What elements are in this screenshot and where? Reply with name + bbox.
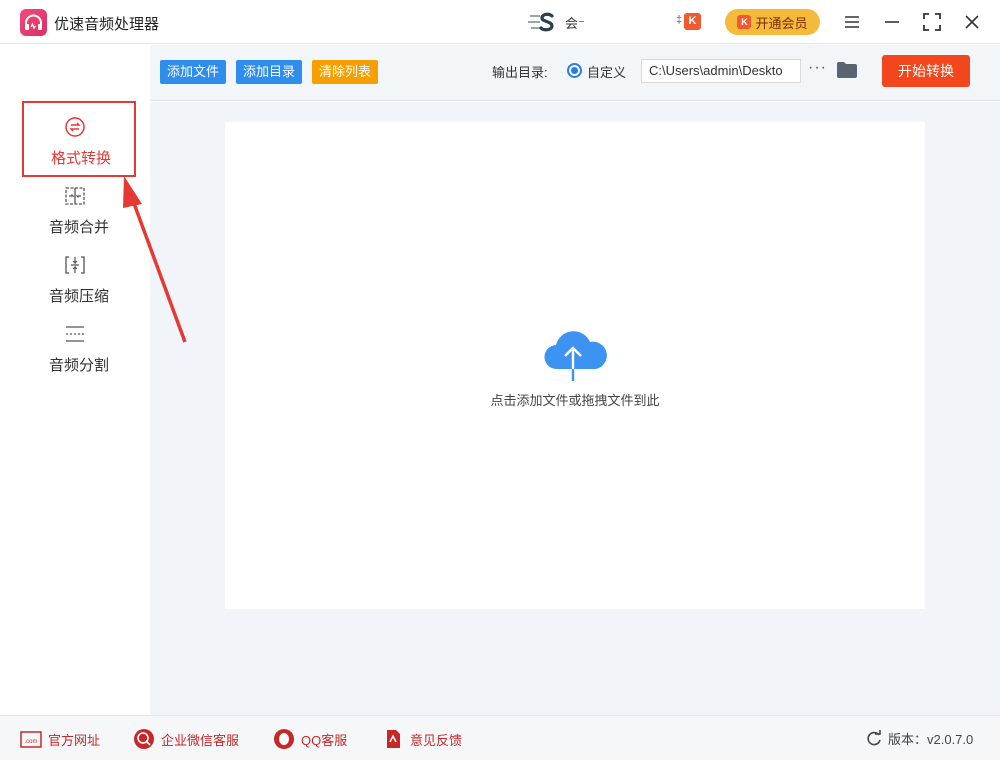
sidebar-item-format-convert[interactable]: 格式转换	[22, 101, 136, 177]
qq-service-link[interactable]: QQ客服	[273, 728, 347, 750]
more-options-button[interactable]: ···	[808, 59, 827, 77]
website-link[interactable]: .com 官方网址	[20, 728, 100, 750]
title-bar: 优速音频处理器 会⁻ ‡ K K 开通会员	[0, 0, 1000, 44]
toolbar: 添加文件 添加目录 清除列表 输出目录: 自定义 C:\Users\admin\…	[150, 45, 1000, 101]
wechat-label: 企业微信客服	[161, 732, 240, 748]
sidebar-item-audio-split[interactable]: 音频分割	[22, 308, 136, 384]
file-drop-zone[interactable]: 点击添加文件或拖拽文件到此	[225, 122, 925, 609]
compress-icon	[65, 256, 85, 274]
user-avatar-icon[interactable]	[528, 12, 556, 34]
website-icon: .com	[20, 731, 42, 748]
vip-button[interactable]: K 开通会员	[725, 9, 820, 35]
feedback-link[interactable]: 意见反馈	[382, 728, 462, 750]
main-area: 点击添加文件或拖拽文件到此	[150, 102, 1000, 715]
clear-list-button[interactable]: 清除列表	[312, 60, 379, 84]
qq-icon	[274, 729, 294, 749]
website-label: 官方网址	[48, 732, 101, 748]
minimize-icon[interactable]	[880, 10, 904, 34]
svg-text:.com: .com	[24, 739, 37, 745]
version-label: 版本：v2.0.7.0	[888, 732, 974, 747]
sidebar-item-audio-compress[interactable]: 音频压缩	[22, 239, 136, 315]
user-name[interactable]: 会⁻	[565, 13, 585, 32]
close-icon[interactable]	[960, 10, 984, 34]
sidebar: 格式转换 音频合并 音频压缩 音频分割	[0, 45, 150, 715]
wechat-icon	[134, 729, 154, 749]
footer: .com 官方网址 企业微信客服 QQ客服 意见反馈 版本：v2.0.7.0	[0, 715, 1000, 760]
sidebar-item-label: 音频合并	[48, 219, 109, 236]
add-directory-button[interactable]: 添加目录	[236, 60, 303, 84]
headphones-icon	[25, 14, 42, 30]
folder-icon[interactable]	[837, 62, 857, 78]
feedback-label: 意见反馈	[410, 732, 463, 748]
custom-radio-label[interactable]: 自定义	[587, 62, 626, 81]
sidebar-item-label: 格式转换	[50, 150, 111, 167]
vip-button-label: 开通会员	[755, 15, 808, 31]
output-path-field[interactable]: C:\Users\admin\Deskto	[641, 59, 801, 83]
version-info[interactable]: 版本：v2.0.7.0	[865, 729, 973, 748]
maximize-icon[interactable]	[920, 10, 944, 34]
output-dir-label: 输出目录:	[492, 65, 548, 80]
drop-hint-text: 点击添加文件或拖拽文件到此	[490, 393, 660, 408]
start-convert-button[interactable]: 开始转换	[882, 55, 970, 87]
sidebar-item-label: 音频分割	[48, 357, 109, 374]
sidebar-item-label: 音频压缩	[48, 288, 109, 305]
cloud-upload-icon	[544, 331, 607, 381]
feedback-icon	[387, 730, 400, 748]
app-logo	[20, 9, 47, 36]
vip-icon: K	[737, 15, 752, 29]
sidebar-item-audio-merge[interactable]: 音频合并	[22, 170, 136, 246]
refresh-icon	[867, 729, 881, 745]
k-logo-icon[interactable]: K	[684, 13, 701, 30]
menu-icon[interactable]	[840, 10, 864, 34]
app-title: 优速音频处理器	[54, 16, 160, 33]
merge-icon	[65, 187, 85, 205]
custom-radio[interactable]	[567, 63, 582, 78]
k-small-mark: ‡	[676, 14, 683, 26]
convert-icon	[65, 117, 85, 137]
qq-label: QQ客服	[301, 732, 348, 748]
wechat-service-link[interactable]: 企业微信客服	[133, 728, 239, 750]
split-icon	[66, 326, 84, 342]
add-file-button[interactable]: 添加文件	[160, 60, 227, 84]
